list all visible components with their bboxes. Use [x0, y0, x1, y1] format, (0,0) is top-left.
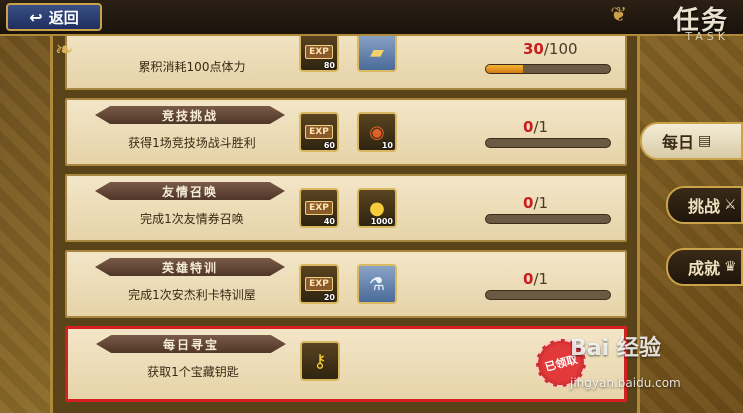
potion-icon: ⚗ [357, 264, 397, 304]
key-icon: ⚷ [300, 341, 340, 381]
task-progress-text: 0/1 [523, 270, 549, 288]
task-progress-text: 0/1 [523, 194, 549, 212]
flourish-icon: ❦ [610, 2, 627, 26]
task-title: 英雄特训 [95, 258, 285, 276]
exp-chest-icon: EXP 60 [299, 112, 339, 152]
task-title: 友情召唤 [95, 182, 285, 200]
back-arrow-icon: ↩ [29, 7, 43, 27]
exp-chest-icon: EXP 40 [299, 188, 339, 228]
watermark: Bai 经验 jingyan.baidu.com [570, 330, 740, 410]
arena-medal-icon: ◉ 10 [357, 112, 397, 152]
task-progress-bar [485, 64, 611, 74]
task-description: 获取1个宝藏钥匙 [147, 365, 239, 379]
watermark-logo: Bai 经验 [570, 336, 661, 361]
sword-icon: ⚔ [724, 197, 737, 213]
task-description: 获得1场竞技场战斗胜利 [128, 136, 256, 150]
task-list-panel[interactable]: ❧ 累积消耗100点体力 EXP 80 ▰ 30/100 竞技挑战 获得1场竞技… [50, 36, 640, 413]
stamina-card-icon: ▰ [357, 36, 397, 72]
trophy-icon: ♛ [724, 259, 737, 275]
gold-coin-icon: ● 1000 [357, 188, 397, 228]
task-row[interactable]: 友情召唤 完成1次友情券召唤 EXP 40 ● 1000 0/1 [65, 174, 627, 242]
back-button[interactable]: ↩ 返回 [6, 3, 102, 31]
task-progress-bar [485, 138, 611, 148]
back-label: 返回 [48, 8, 79, 27]
page-subtitle: TASK [685, 30, 729, 43]
task-progress-text: 30/100 [523, 40, 578, 58]
exp-chest-icon: EXP 80 [299, 36, 339, 72]
task-progress-bar [485, 214, 611, 224]
progress-fill-0 [486, 65, 524, 73]
task-row[interactable]: 竞技挑战 获得1场竞技场战斗胜利 EXP 60 ◉ 10 0/1 [65, 98, 627, 166]
watermark-url: jingyan.baidu.com [570, 376, 681, 390]
book-icon: ▤ [698, 133, 712, 149]
task-progress-bar [485, 290, 611, 300]
tab-achievement[interactable]: 成就 ♛ [666, 248, 743, 286]
task-description: 完成1次友情券召唤 [140, 212, 244, 226]
tab-daily[interactable]: 每日 ▤ [640, 122, 743, 160]
task-description: 完成1次安杰利卡特训屋 [128, 288, 256, 302]
task-title: 竞技挑战 [95, 106, 285, 124]
task-row[interactable]: 英雄特训 完成1次安杰利卡特训屋 EXP 20 ⚗ 0/1 [65, 250, 627, 318]
task-row[interactable]: 累积消耗100点体力 EXP 80 ▰ 30/100 [65, 36, 627, 90]
task-title: 每日寻宝 [96, 335, 286, 353]
corner-ornament-icon: ❧ [55, 38, 74, 63]
task-progress-text: 0/1 [523, 118, 549, 136]
exp-chest-icon: EXP 20 [299, 264, 339, 304]
task-description: 累积消耗100点体力 [138, 60, 246, 74]
tab-challenge[interactable]: 挑战 ⚔ [666, 186, 743, 224]
task-row[interactable]: 每日寻宝 获取1个宝藏钥匙 ⚷ 已领取 [65, 326, 627, 402]
